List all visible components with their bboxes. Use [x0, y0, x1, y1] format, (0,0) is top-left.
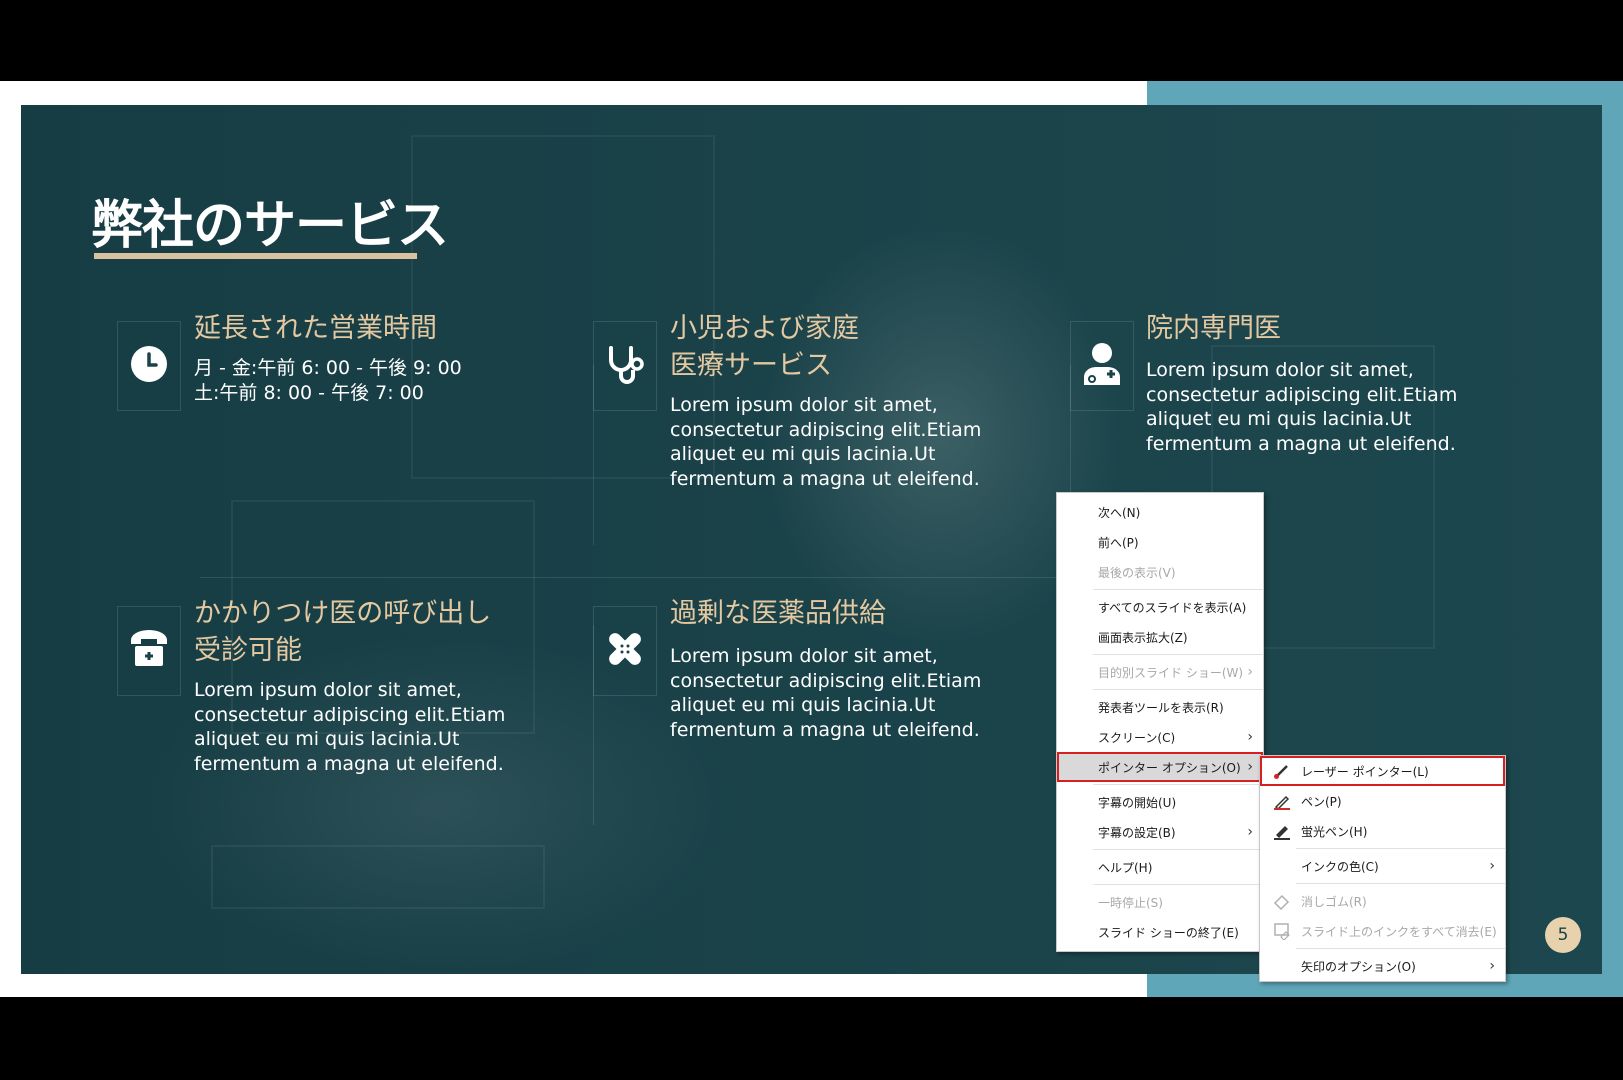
menu-item-label: 字幕の設定(B) — [1098, 825, 1176, 840]
title-underline — [94, 253, 417, 259]
menu-item-label: ペン(P) — [1301, 794, 1342, 809]
pointer-options-submenu: レーザー ポインター(L) ペン(P) 蛍光ペン(H) インクの色(C) › 消し… — [1259, 755, 1506, 982]
chevron-right-icon: › — [1247, 759, 1253, 775]
menu-item-pointer-options[interactable]: ポインター オプション(O) › — [1057, 752, 1263, 782]
menu-separator — [1296, 948, 1505, 949]
menu-item-label: レーザー ポインター(L) — [1301, 764, 1429, 779]
service-heading: 延長された営業時間 — [194, 313, 437, 344]
service-icon-box — [117, 321, 181, 411]
service-heading: 院内専門医 — [1146, 313, 1281, 344]
service-description: Lorem ipsum dolor sit amet, consectetur a… — [1146, 359, 1458, 455]
menu-item-pen[interactable]: ペン(P) — [1260, 786, 1505, 816]
menu-item-highlighter[interactable]: 蛍光ペン(H) — [1260, 816, 1505, 846]
row-divider — [200, 577, 1070, 578]
menu-item-erase-all-ink: スライド上のインクをすべて消去(E) — [1260, 916, 1505, 946]
pen-icon — [1272, 792, 1292, 810]
clock-icon — [129, 344, 169, 388]
service-description: Lorem ipsum dolor sit amet, consectetur a… — [194, 679, 506, 775]
menu-separator — [1093, 849, 1263, 850]
stethoscope-icon — [603, 342, 647, 390]
slide-page-number: 5 — [1545, 917, 1581, 953]
menu-separator — [1093, 689, 1263, 690]
menu-separator — [1296, 883, 1505, 884]
service-description: Lorem ipsum dolor sit amet, consectetur a… — [670, 394, 982, 490]
menu-item-next[interactable]: 次へ(N) — [1057, 497, 1263, 527]
menu-item-see-all-slides[interactable]: すべてのスライドを表示(A) — [1057, 592, 1263, 622]
erase-all-ink-icon — [1272, 922, 1292, 940]
menu-item-label: 前へ(P) — [1098, 535, 1139, 550]
menu-separator — [1296, 848, 1505, 849]
menu-item-label: 矢印のオプション(O) — [1301, 959, 1416, 974]
service-icon-box — [1070, 321, 1134, 411]
menu-item-label: 最後の表示(V) — [1098, 565, 1176, 580]
service-icon-box — [593, 321, 657, 411]
menu-item-label: 一時停止(S) — [1098, 895, 1163, 910]
doctor-icon — [1080, 341, 1124, 391]
menu-item-end-show[interactable]: スライド ショーの終了(E) — [1057, 917, 1263, 947]
menu-item-label: 画面表示拡大(Z) — [1098, 630, 1188, 645]
menu-item-label: スクリーン(C) — [1098, 730, 1176, 745]
menu-item-label: スライド ショーの終了(E) — [1098, 925, 1239, 940]
menu-item-custom-show: 目的別スライド ショー(W) › — [1057, 657, 1263, 687]
menu-item-pause: 一時停止(S) — [1057, 887, 1263, 917]
menu-item-ink-color[interactable]: インクの色(C) › — [1260, 851, 1505, 881]
menu-separator — [1093, 884, 1263, 885]
menu-item-previous[interactable]: 前へ(P) — [1057, 527, 1263, 557]
menu-item-label: 消しゴム(R) — [1301, 894, 1367, 909]
service-heading: 過剰な医薬品供給 — [670, 598, 886, 629]
menu-item-label: 次へ(N) — [1098, 505, 1141, 520]
service-description: 月 - 金:午前 6: 00 - 午後 9: 00 土:午前 8: 00 - 午後… — [194, 357, 462, 404]
menu-item-screen[interactable]: スクリーン(C) › — [1057, 722, 1263, 752]
service-heading: かかりつけ医の呼び出し 受診可能 — [194, 598, 492, 666]
menu-item-eraser: 消しゴム(R) — [1260, 886, 1505, 916]
service-heading: 小児および家庭 医療サービス — [670, 313, 859, 381]
menu-item-start-subtitles[interactable]: 字幕の開始(U) — [1057, 787, 1263, 817]
menu-item-zoom-in[interactable]: 画面表示拡大(Z) — [1057, 622, 1263, 652]
highlighter-icon — [1272, 822, 1292, 840]
menu-item-subtitle-settings[interactable]: 字幕の設定(B) › — [1057, 817, 1263, 847]
service-icon-box — [593, 606, 657, 696]
bandage-icon — [604, 628, 646, 674]
background-keyboard-shape — [211, 845, 545, 909]
menu-item-label: ポインター オプション(O) — [1098, 760, 1241, 775]
menu-item-label: スライド上のインクをすべて消去(E) — [1301, 924, 1497, 939]
menu-separator — [1093, 589, 1263, 590]
slide-title: 弊社のサービス — [91, 196, 449, 256]
slideshow-context-menu: 次へ(N) 前へ(P) 最後の表示(V) すべてのスライドを表示(A) 画面表示… — [1056, 492, 1264, 952]
chevron-right-icon: › — [1247, 664, 1253, 680]
telephone-icon — [129, 630, 169, 672]
menu-item-label: すべてのスライドを表示(A) — [1098, 600, 1247, 615]
menu-item-label: 目的別スライド ショー(W) — [1098, 665, 1244, 680]
chevron-right-icon: › — [1247, 824, 1253, 840]
menu-item-arrow-options[interactable]: 矢印のオプション(O) › — [1260, 951, 1505, 981]
service-description: Lorem ipsum dolor sit amet, consectetur a… — [670, 645, 982, 741]
chevron-right-icon: › — [1489, 958, 1495, 974]
menu-item-laser-pointer[interactable]: レーザー ポインター(L) — [1260, 756, 1505, 786]
eraser-icon — [1272, 892, 1292, 910]
chevron-right-icon: › — [1247, 729, 1253, 745]
menu-separator — [1093, 654, 1263, 655]
laser-pointer-icon — [1272, 762, 1292, 780]
menu-item-label: 発表者ツールを表示(R) — [1098, 700, 1224, 715]
menu-item-help[interactable]: ヘルプ(H) — [1057, 852, 1263, 882]
menu-item-label: ヘルプ(H) — [1098, 860, 1153, 875]
menu-item-label: 蛍光ペン(H) — [1301, 824, 1368, 839]
menu-item-presenter-view[interactable]: 発表者ツールを表示(R) — [1057, 692, 1263, 722]
menu-item-last-viewed: 最後の表示(V) — [1057, 557, 1263, 587]
menu-item-label: 字幕の開始(U) — [1098, 795, 1177, 810]
menu-item-label: インクの色(C) — [1301, 859, 1379, 874]
chevron-right-icon: › — [1489, 858, 1495, 874]
menu-separator — [1093, 784, 1263, 785]
service-icon-box — [117, 606, 181, 696]
